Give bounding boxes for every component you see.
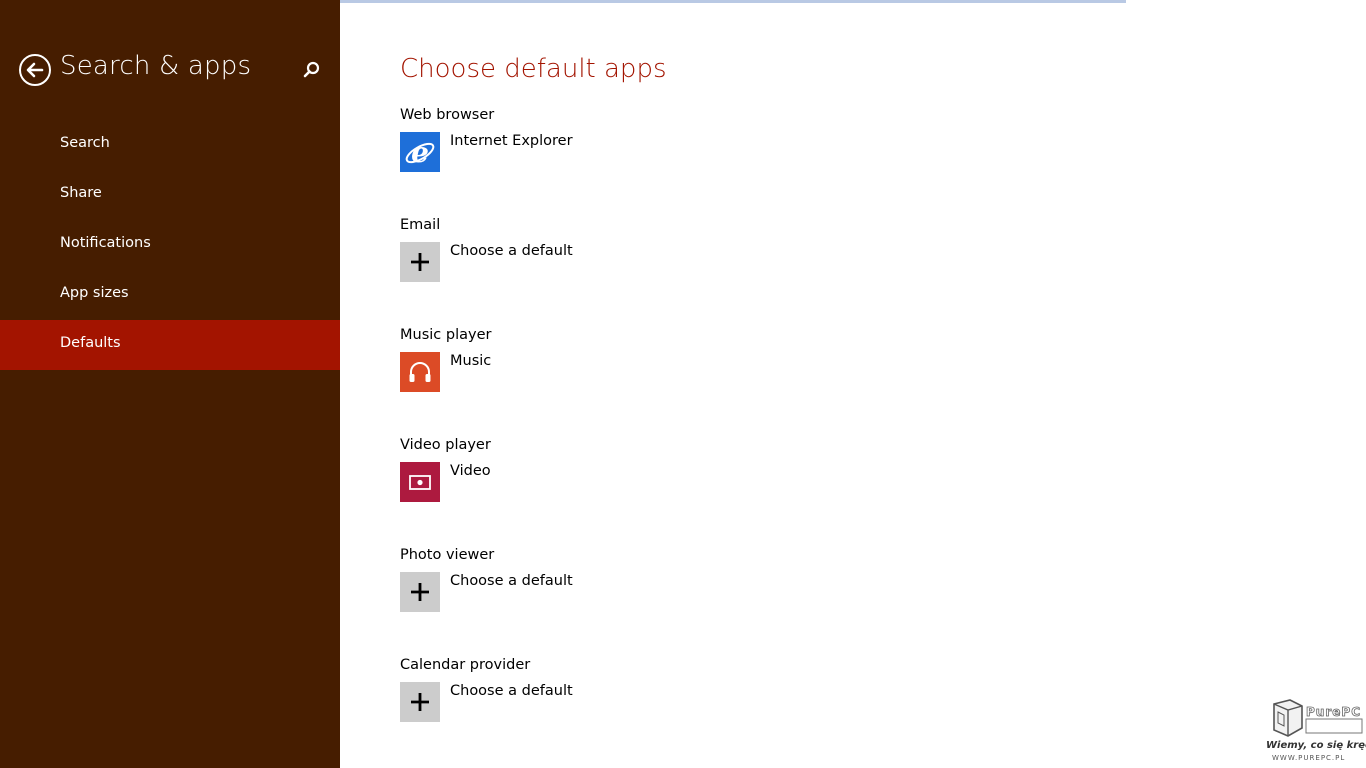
group-label: Video player bbox=[400, 437, 491, 453]
default-group-calendar-provider: Calendar provider Choose a default bbox=[400, 657, 900, 757]
app-tile: e bbox=[400, 132, 440, 172]
headphones-icon bbox=[409, 362, 431, 382]
sidebar-item-label: Search bbox=[60, 135, 110, 151]
svg-text:e: e bbox=[411, 136, 429, 169]
purepc-watermark: PurePC Wiemy, co się kręci ! WWW.PUREPC.… bbox=[1262, 698, 1366, 768]
app-tile bbox=[400, 462, 440, 502]
back-button[interactable] bbox=[19, 54, 51, 86]
internet-explorer-icon: e bbox=[405, 136, 435, 169]
default-group-music-player: Music player Music bbox=[400, 327, 900, 427]
search-icon bbox=[303, 61, 320, 78]
sidebar-item-label: Defaults bbox=[60, 335, 121, 351]
sidebar-item-search[interactable]: Search bbox=[0, 120, 340, 170]
plus-icon bbox=[411, 253, 429, 271]
watermark-tagline: Wiemy, co się kręci ! bbox=[1266, 740, 1366, 751]
app-tile bbox=[400, 352, 440, 392]
sidebar-nav: Search Share Notifications App sizes Def… bbox=[0, 120, 340, 370]
sidebar-title: Search & apps bbox=[60, 51, 252, 81]
group-label: Photo viewer bbox=[400, 547, 495, 563]
app-name: Choose a default bbox=[450, 683, 573, 699]
group-label: Music player bbox=[400, 327, 492, 343]
video-icon bbox=[409, 475, 431, 490]
watermark-url: WWW.PUREPC.PL bbox=[1272, 754, 1346, 762]
search-button[interactable] bbox=[296, 55, 326, 85]
default-group-web-browser: Web browser e Internet Explorer bbox=[400, 107, 900, 207]
email-app-button[interactable]: Choose a default bbox=[400, 242, 760, 290]
sidebar-item-label: App sizes bbox=[60, 285, 129, 301]
app-tile bbox=[400, 682, 440, 722]
group-label: Calendar provider bbox=[400, 657, 531, 673]
app-name: Choose a default bbox=[450, 573, 573, 589]
default-group-photo-viewer: Photo viewer Choose a default bbox=[400, 547, 900, 647]
default-group-video-player: Video player Video bbox=[400, 437, 900, 537]
group-label: Email bbox=[400, 217, 441, 233]
plus-icon bbox=[411, 583, 429, 601]
main-content: Choose default apps Web browser e Intern… bbox=[400, 0, 1300, 768]
default-group-email: Email Choose a default bbox=[400, 217, 900, 317]
sidebar-item-label: Share bbox=[60, 185, 102, 201]
group-label: Web browser bbox=[400, 107, 495, 123]
web-browser-app-button[interactable]: e Internet Explorer bbox=[400, 132, 760, 180]
app-name: Internet Explorer bbox=[450, 133, 573, 149]
sidebar-item-app-sizes[interactable]: App sizes bbox=[0, 270, 340, 320]
calendar-provider-app-button[interactable]: Choose a default bbox=[400, 682, 760, 730]
sidebar-item-defaults[interactable]: Defaults bbox=[0, 320, 340, 370]
sidebar-item-label: Notifications bbox=[60, 235, 151, 251]
plus-icon bbox=[411, 693, 429, 711]
purepc-logo-icon: PurePC bbox=[1273, 699, 1363, 737]
app-tile bbox=[400, 572, 440, 612]
watermark-brand: PurePC bbox=[1306, 705, 1361, 719]
app-name: Video bbox=[450, 463, 491, 479]
app-name: Music bbox=[450, 353, 492, 369]
video-player-app-button[interactable]: Video bbox=[400, 462, 760, 510]
sidebar-item-share[interactable]: Share bbox=[0, 170, 340, 220]
sidebar-item-notifications[interactable]: Notifications bbox=[0, 220, 340, 270]
app-name: Choose a default bbox=[450, 243, 573, 259]
music-player-app-button[interactable]: Music bbox=[400, 352, 760, 400]
photo-viewer-app-button[interactable]: Choose a default bbox=[400, 572, 760, 620]
sidebar-header: Search & apps bbox=[0, 0, 340, 140]
back-arrow-circle-icon bbox=[26, 62, 44, 78]
page-title: Choose default apps bbox=[400, 54, 667, 84]
app-tile bbox=[400, 242, 440, 282]
sidebar: Search & apps Search Share Notifications… bbox=[0, 0, 340, 768]
